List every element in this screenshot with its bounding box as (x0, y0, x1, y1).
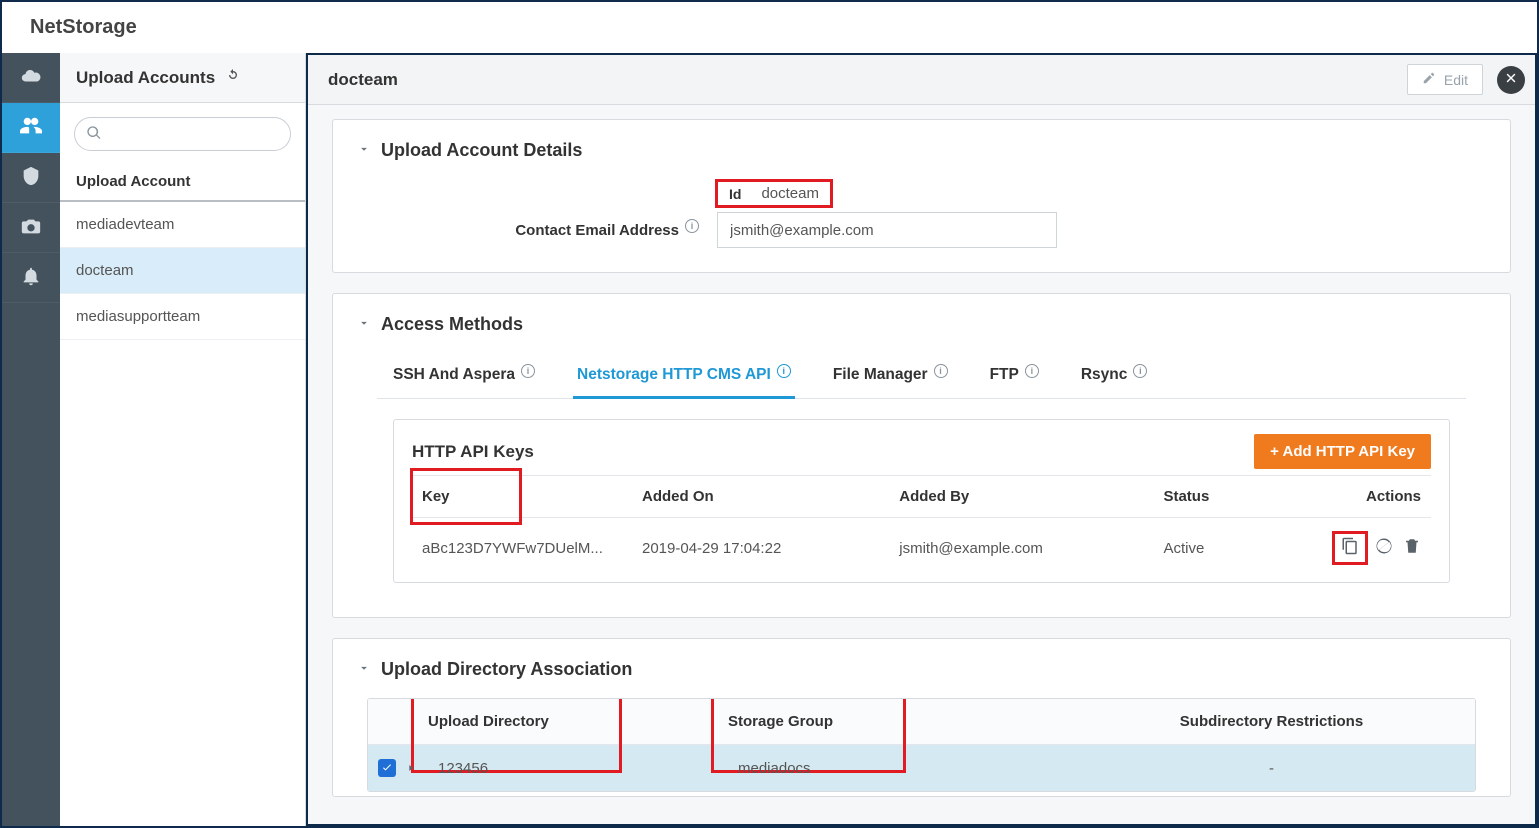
row-checkbox[interactable] (378, 759, 396, 777)
api-keys-title: HTTP API Keys (412, 442, 1254, 462)
account-list-title: Upload Accounts (76, 68, 215, 88)
api-keys-table: Key Added On Added By Status Actions aBc… (412, 475, 1431, 578)
disable-key-button[interactable] (1375, 537, 1393, 559)
id-field-highlight: Id docteam (717, 181, 831, 206)
nav-camera[interactable] (2, 203, 60, 253)
access-methods-panel: Access Methods SSH And Asperai Netstorag… (332, 293, 1511, 618)
info-icon[interactable]: i (934, 364, 948, 378)
account-column-header: Upload Account (60, 161, 305, 202)
api-keys-card: HTTP API Keys + Add HTTP API Key Key Add… (393, 419, 1450, 583)
account-item[interactable]: mediasupportteam (60, 294, 305, 340)
col-subdir-restrict: Subdirectory Restrictions (1068, 699, 1475, 744)
block-icon (1375, 542, 1393, 559)
access-method-tabs: SSH And Asperai Netstorage HTTP CMS APIi… (377, 349, 1466, 399)
upload-dir-row[interactable]: 123456 mediadocs - (368, 745, 1475, 791)
account-list-header: Upload Accounts (60, 53, 305, 103)
info-icon[interactable]: i (777, 364, 791, 378)
app-title: NetStorage (2, 2, 1537, 53)
detail-title: docteam (328, 70, 1407, 90)
detail-panel: docteam Edit Upload Account Details (306, 53, 1537, 826)
close-button[interactable] (1497, 66, 1525, 94)
account-item[interactable]: docteam (60, 248, 305, 294)
subdir-restrict-value: - (1068, 746, 1475, 791)
delete-key-button[interactable] (1403, 537, 1421, 559)
check-icon (381, 760, 393, 777)
upload-dir-title: Upload Directory Association (381, 659, 632, 680)
account-list-panel: Upload Accounts Upload Account mediadevt… (60, 53, 306, 826)
bell-icon (20, 265, 42, 290)
upload-dir-panel: Upload Directory Association Upload Dire… (332, 638, 1511, 797)
search-input[interactable] (74, 117, 291, 151)
chevron-down-icon[interactable] (357, 314, 371, 335)
tab-rsync[interactable]: Rsynci (1077, 360, 1152, 399)
api-key-row: aBc123D7YWFw7DUelM... 2019-04-29 17:04:2… (412, 518, 1431, 579)
add-api-key-button[interactable]: + Add HTTP API Key (1254, 434, 1431, 469)
info-icon[interactable]: i (1025, 364, 1039, 378)
col-added-on: Added On (632, 476, 889, 518)
email-input[interactable] (717, 212, 1057, 248)
refresh-icon (225, 68, 241, 87)
nav-security[interactable] (2, 153, 60, 203)
edit-label: Edit (1444, 72, 1468, 88)
cloud-icon (20, 65, 42, 90)
status-value: Active (1153, 518, 1259, 579)
tab-file-manager[interactable]: File Manageri (829, 360, 952, 399)
expand-row-button[interactable] (406, 760, 416, 777)
copy-key-button[interactable] (1335, 534, 1365, 562)
id-value: docteam (761, 185, 819, 202)
search-icon (86, 125, 102, 144)
nav-notifications[interactable] (2, 253, 60, 303)
triangle-right-icon (406, 760, 416, 777)
trash-icon (1403, 542, 1421, 559)
access-methods-title: Access Methods (381, 314, 523, 335)
storage-group-value: mediadocs (728, 746, 1068, 791)
chevron-down-icon[interactable] (357, 659, 371, 680)
col-status: Status (1153, 476, 1259, 518)
account-item[interactable]: mediadevteam (60, 202, 305, 248)
nav-cloud[interactable] (2, 53, 60, 103)
col-key: Key (412, 470, 520, 523)
info-icon[interactable]: i (1133, 364, 1147, 378)
info-icon[interactable]: i (685, 219, 699, 233)
email-label: Contact Email Address (515, 222, 679, 239)
edit-button[interactable]: Edit (1407, 64, 1483, 95)
upload-dir-table: Upload Directory Storage Group Subdirect… (367, 698, 1476, 792)
key-value: aBc123D7YWFw7DUelM... (412, 518, 632, 579)
info-icon[interactable]: i (521, 364, 535, 378)
upload-dir-value: 123456 (428, 746, 728, 791)
added-by-value: jsmith@example.com (889, 518, 1153, 579)
close-icon (1504, 71, 1518, 88)
col-added-by: Added By (889, 476, 1153, 518)
copy-icon (1341, 542, 1359, 559)
tab-http-cms-api[interactable]: Netstorage HTTP CMS APIi (573, 360, 795, 399)
tab-ssh-aspera[interactable]: SSH And Asperai (389, 360, 539, 399)
id-label: Id (729, 186, 741, 202)
pencil-icon (1422, 71, 1436, 88)
col-actions: Actions (1260, 476, 1431, 518)
camera-icon (20, 215, 42, 240)
shield-icon (20, 165, 42, 190)
tab-ftp[interactable]: FTPi (986, 360, 1043, 399)
nav-users[interactable] (2, 103, 60, 153)
account-details-title: Upload Account Details (381, 140, 582, 161)
refresh-button[interactable] (225, 67, 241, 88)
navigation-rail (2, 53, 60, 826)
account-details-panel: Upload Account Details Id docteam Contac… (332, 119, 1511, 273)
chevron-down-icon[interactable] (357, 140, 371, 161)
users-icon (20, 115, 42, 140)
added-on-value: 2019-04-29 17:04:22 (632, 518, 889, 579)
